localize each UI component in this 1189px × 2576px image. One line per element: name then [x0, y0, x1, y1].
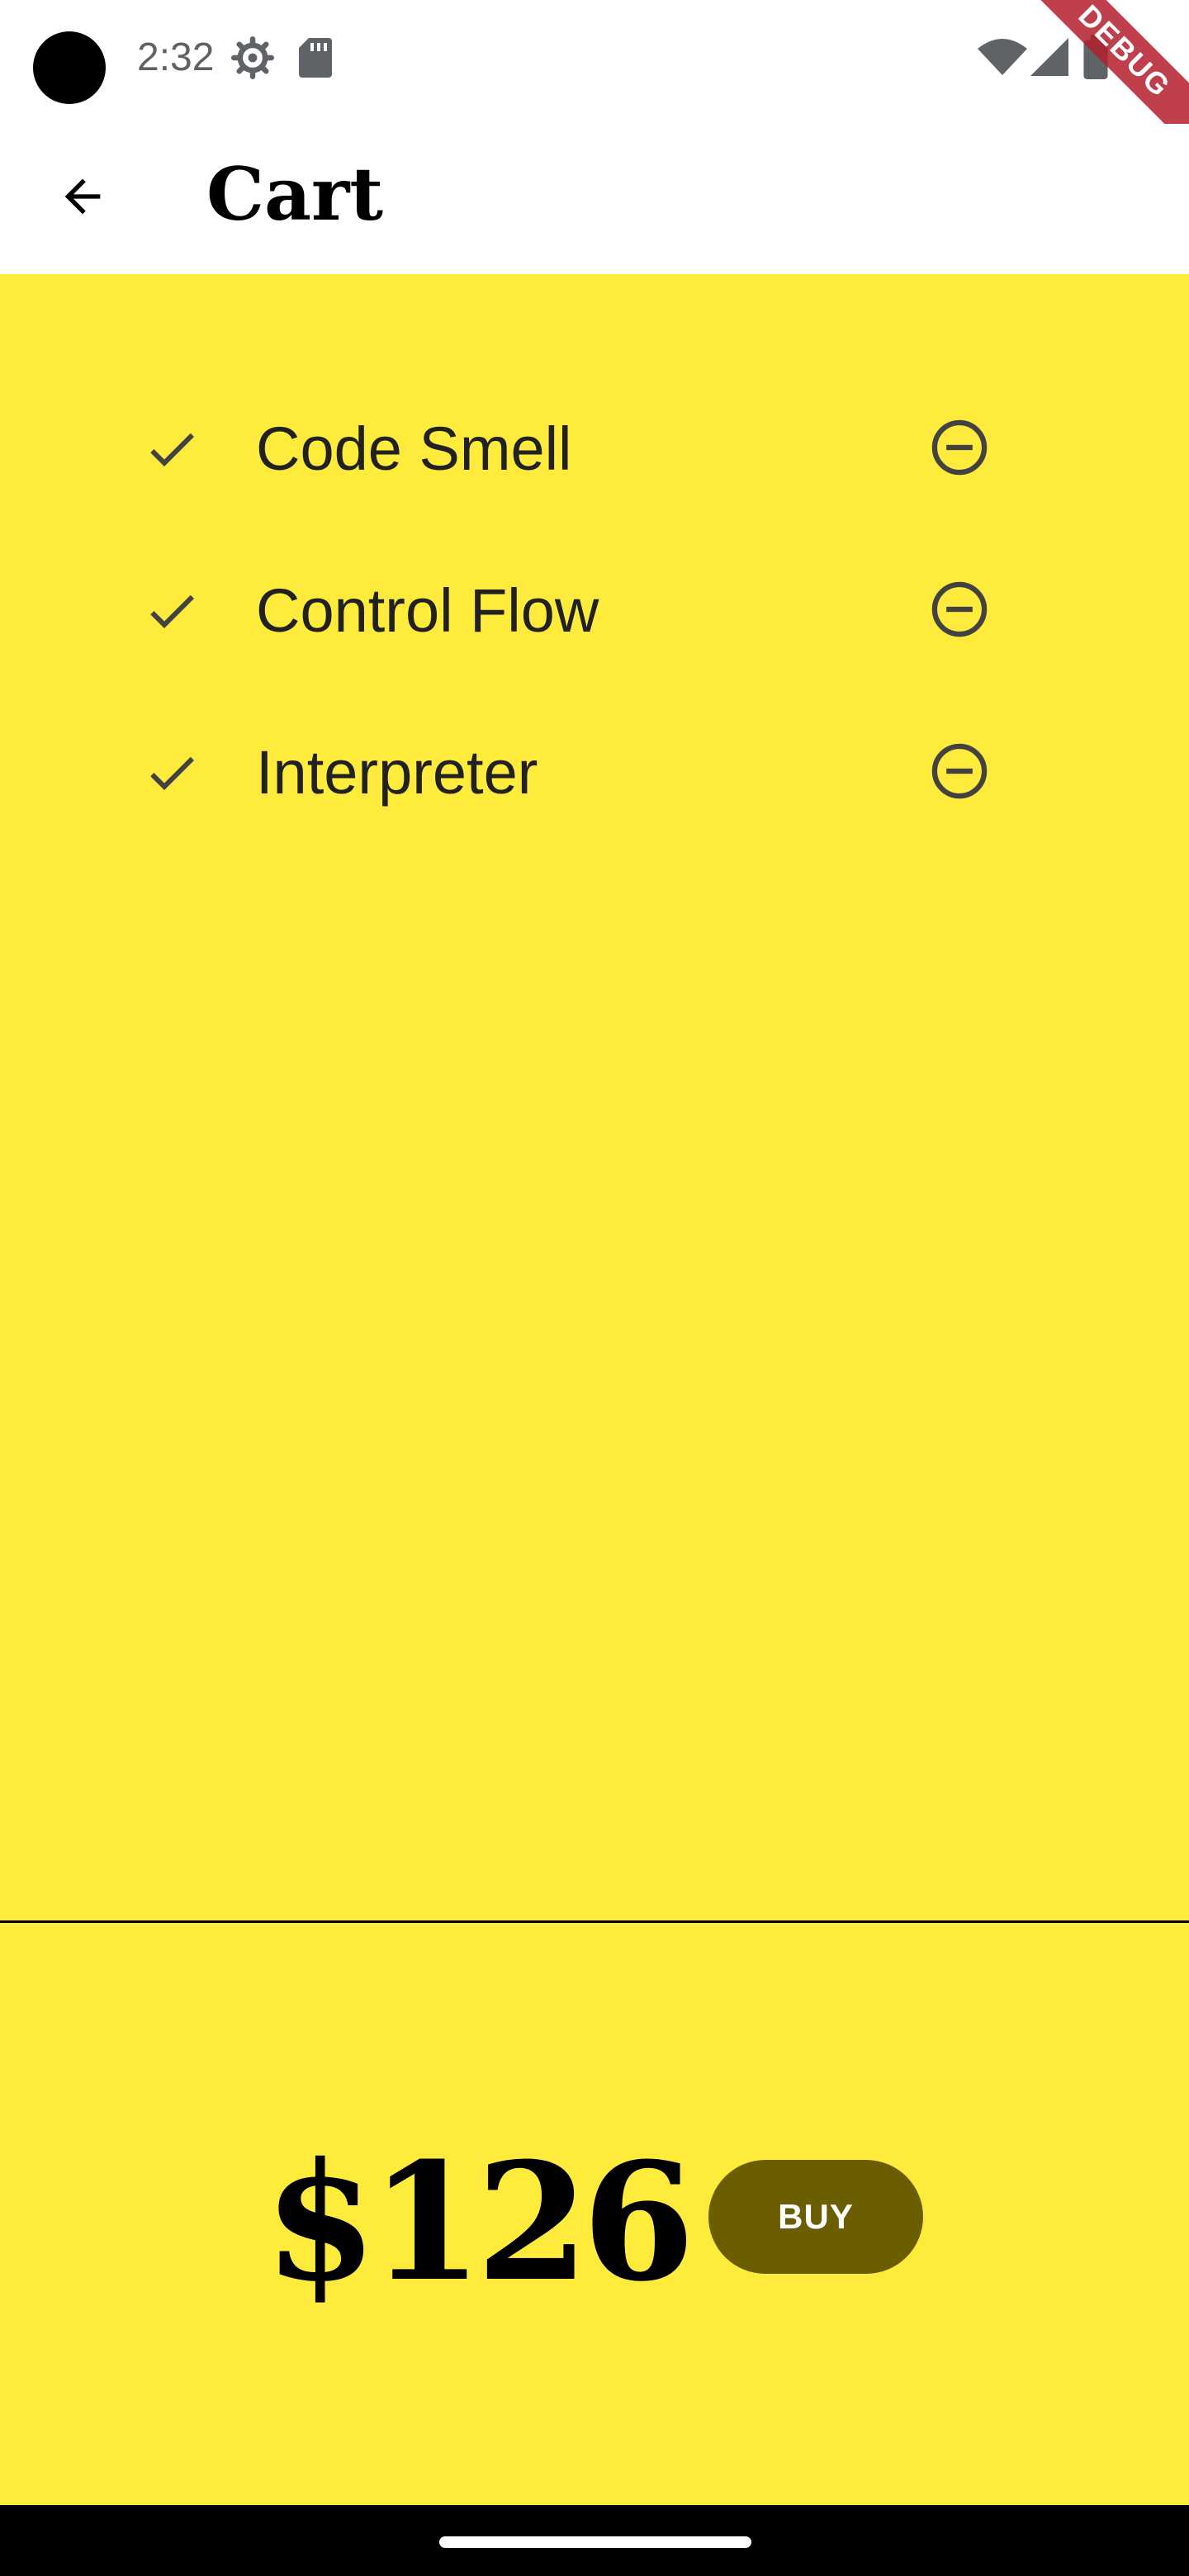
status-bar: 2:32	[0, 0, 1189, 124]
cart-item: Interpreter	[132, 707, 1007, 831]
buy-button[interactable]: BUY	[708, 2160, 923, 2274]
status-time: 2:32	[137, 36, 215, 79]
cart-item: Control Flow	[132, 545, 1007, 669]
divider	[0, 1920, 1189, 1923]
navigation-bar	[0, 2505, 1189, 2576]
cellular-signal-icon	[1030, 38, 1068, 76]
check-icon	[150, 433, 194, 466]
total-price: $126	[264, 2128, 695, 2318]
settings-icon	[231, 36, 274, 79]
page-title: Cart	[206, 151, 384, 237]
cart-item: Code Smell	[132, 383, 1007, 507]
cart-panel: Code Smell Control Flow Interpreter $126…	[0, 274, 1189, 2505]
home-indicator[interactable]	[439, 2536, 751, 2548]
remove-item-button[interactable]	[925, 413, 994, 482]
check-icon	[150, 594, 194, 628]
check-icon	[150, 756, 194, 790]
remove-circle-icon	[931, 743, 988, 799]
remove-item-button[interactable]	[925, 575, 994, 644]
sd-card-icon	[299, 38, 332, 78]
app-bar: Cart	[0, 124, 1189, 274]
camera-cutout	[33, 31, 106, 104]
wifi-icon	[978, 39, 1027, 75]
cart-item-name: Code Smell	[256, 414, 572, 483]
back-button[interactable]	[43, 157, 122, 236]
cart-item-name: Control Flow	[256, 576, 599, 645]
arrow-back-icon	[64, 178, 101, 215]
cart-item-name: Interpreter	[256, 738, 538, 807]
remove-circle-icon	[931, 581, 988, 637]
remove-item-button[interactable]	[925, 736, 994, 806]
remove-circle-icon	[931, 419, 988, 476]
